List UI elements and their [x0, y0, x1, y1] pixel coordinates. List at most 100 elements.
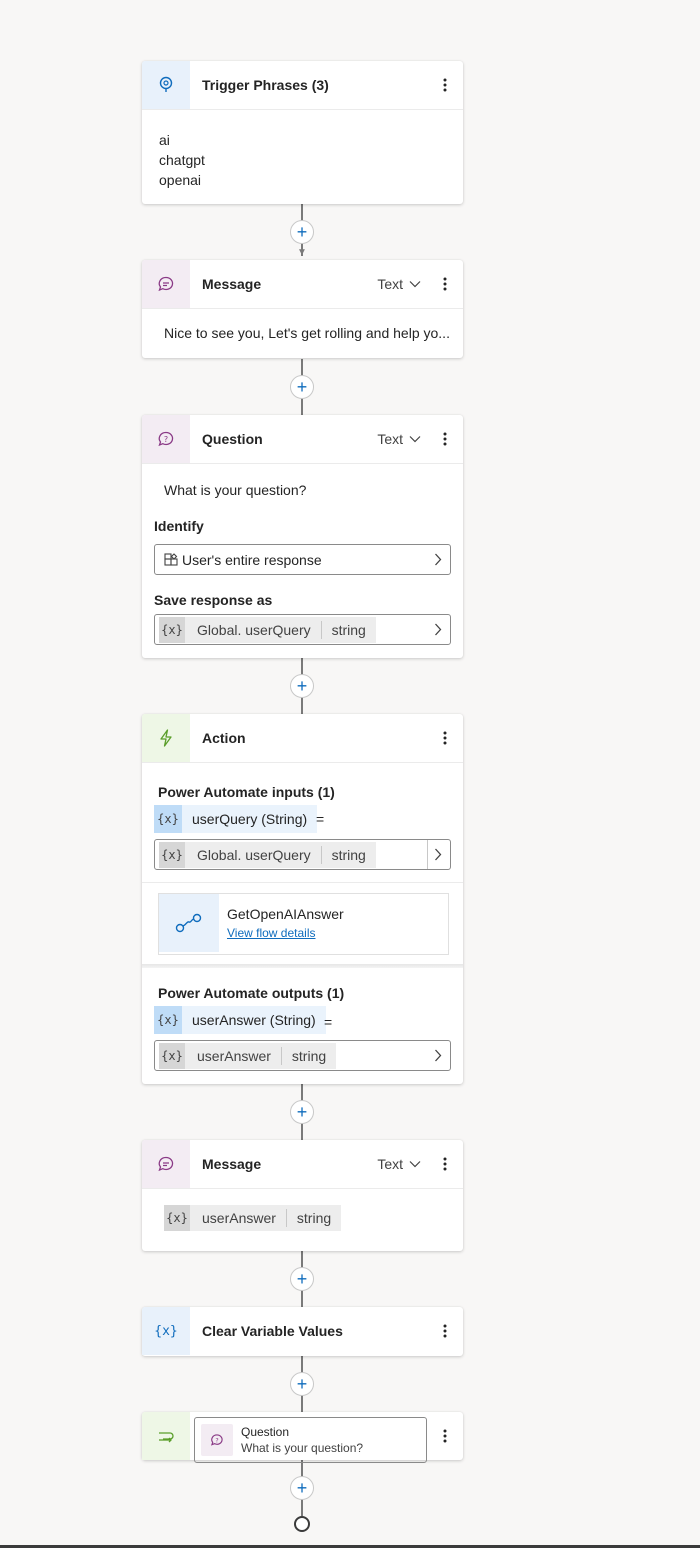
input-value-selector[interactable]: {x} Global. userQuery string [154, 839, 451, 870]
trigger-phrase: chatgpt [159, 152, 205, 168]
question-card[interactable]: ? Question Text What is your question? I… [142, 415, 463, 658]
arrow-down-icon: ▼ [297, 247, 307, 258]
flow-icon [159, 894, 219, 952]
more-vertical-icon [443, 277, 447, 291]
variable-name: userAnswer [202, 1210, 276, 1226]
add-node-button[interactable]: + [290, 220, 314, 244]
add-node-button[interactable]: + [290, 375, 314, 399]
identify-value: User's entire response [182, 551, 322, 568]
redirect-subtitle: What is your question? [241, 1441, 364, 1455]
redirect-title: Question [241, 1425, 290, 1439]
card-title: Question [202, 431, 263, 447]
trigger-phrases-card[interactable]: Trigger Phrases (3) ai chatgpt openai [142, 61, 463, 204]
svg-text:?: ? [215, 1437, 218, 1444]
variable-icon: {x} [142, 1307, 190, 1355]
variable-icon: {x} [154, 805, 182, 833]
trigger-phrase: openai [159, 172, 202, 188]
card-title: Action [202, 730, 246, 746]
card-title: Trigger Phrases (3) [202, 77, 329, 93]
plus-icon: + [296, 222, 308, 242]
variable-type: string [291, 1047, 327, 1064]
message-variable[interactable]: {x} userAnswer string [164, 1205, 342, 1231]
variable-icon: {x} [159, 1042, 185, 1069]
flow-reference[interactable]: GetOpenAIAnswer View flow details [158, 893, 449, 955]
output-parameter-name: userAnswer (String) [192, 1012, 316, 1028]
more-options-button[interactable] [435, 1152, 455, 1176]
inputs-label: Power Automate inputs (1) [158, 784, 335, 800]
question-text[interactable]: What is your question? [164, 482, 306, 498]
variable-type: string [331, 846, 366, 863]
clear-variables-card[interactable]: {x} Clear Variable Values [142, 1307, 463, 1356]
add-node-button[interactable]: + [290, 1476, 314, 1500]
plus-icon: + [296, 1102, 308, 1122]
plus-icon: + [296, 377, 308, 397]
more-options-button[interactable] [435, 726, 455, 750]
plus-icon: + [296, 676, 308, 696]
message-card[interactable]: Message Text Nice to see you, Let's get … [142, 260, 463, 358]
variable-type: string [331, 621, 366, 638]
end-node [294, 1516, 310, 1532]
more-vertical-icon [443, 78, 447, 92]
add-node-button[interactable]: + [290, 674, 314, 698]
variable-name: Global. userQuery [197, 846, 311, 863]
output-value-selector[interactable]: {x} userAnswer string [154, 1040, 451, 1071]
add-node-button[interactable]: + [290, 1372, 314, 1396]
chevron-right-icon [435, 553, 442, 566]
chevron-down-icon [409, 436, 421, 443]
message-card[interactable]: Message Text {x} userAnswer string [142, 1140, 463, 1251]
plus-icon: + [296, 1374, 308, 1394]
message-text[interactable]: Nice to see you, Let's get rolling and h… [142, 309, 463, 358]
variable-type: string [296, 1210, 332, 1226]
save-response-label: Save response as [154, 592, 273, 608]
identify-label: Identify [154, 518, 204, 534]
more-vertical-icon [443, 1157, 447, 1171]
trigger-bulb-icon [142, 61, 190, 109]
card-title: Message [202, 1156, 262, 1172]
variable-name: Global. userQuery [197, 621, 311, 638]
chevron-down-icon [409, 281, 421, 288]
more-options-button[interactable] [435, 272, 455, 296]
flow-name: GetOpenAIAnswer [227, 906, 344, 922]
add-node-button[interactable]: + [290, 1267, 314, 1291]
add-node-button[interactable]: + [290, 1100, 314, 1124]
view-flow-details-link[interactable]: View flow details [227, 926, 344, 940]
message-type-dropdown[interactable]: Text [377, 1156, 421, 1172]
output-parameter: {x} userAnswer (String) [154, 1006, 326, 1034]
entity-icon [164, 552, 178, 566]
redirect-icon [142, 1412, 190, 1460]
more-options-button[interactable] [435, 73, 455, 97]
more-options-button[interactable] [435, 1424, 455, 1448]
more-options-button[interactable] [435, 427, 455, 451]
save-response-selector[interactable]: {x} Global. userQuery string [154, 614, 451, 645]
input-parameter-name: userQuery (String) [192, 811, 308, 827]
equals-sign: = [324, 1014, 333, 1030]
card-title: Clear Variable Values [202, 1323, 343, 1339]
outputs-label: Power Automate outputs (1) [158, 985, 345, 1001]
trigger-phrase: ai [159, 132, 170, 148]
variable-icon: {x} [154, 1006, 182, 1034]
more-options-button[interactable] [435, 1319, 455, 1343]
question-bubble-icon: ? [142, 415, 190, 463]
card-title: Message [202, 276, 262, 292]
lightning-icon [142, 714, 190, 762]
message-type-dropdown[interactable]: Text [377, 276, 421, 292]
chat-bubble-icon [142, 1140, 190, 1188]
more-vertical-icon [443, 731, 447, 745]
more-vertical-icon [443, 432, 447, 446]
more-vertical-icon [443, 1324, 447, 1338]
message-type-label: Text [377, 1156, 403, 1172]
question-type-label: Text [377, 431, 403, 447]
chevron-down-icon [409, 1161, 421, 1168]
input-parameter: {x} userQuery (String) [154, 805, 318, 833]
redirect-topic-selector[interactable]: ? Question What is your question? [194, 1417, 427, 1463]
message-type-label: Text [377, 276, 403, 292]
chevron-right-icon [435, 1049, 442, 1062]
action-card[interactable]: Action Power Automate inputs (1) {x} use… [142, 714, 463, 1084]
chevron-right-icon [435, 848, 442, 861]
question-type-dropdown[interactable]: Text [377, 431, 421, 447]
more-vertical-icon [443, 1429, 447, 1443]
plus-icon: + [296, 1269, 308, 1289]
identify-selector[interactable]: User's entire response [154, 544, 451, 575]
redirect-card[interactable]: ? Question What is your question? [142, 1412, 463, 1463]
variable-icon: {x} [159, 841, 185, 868]
